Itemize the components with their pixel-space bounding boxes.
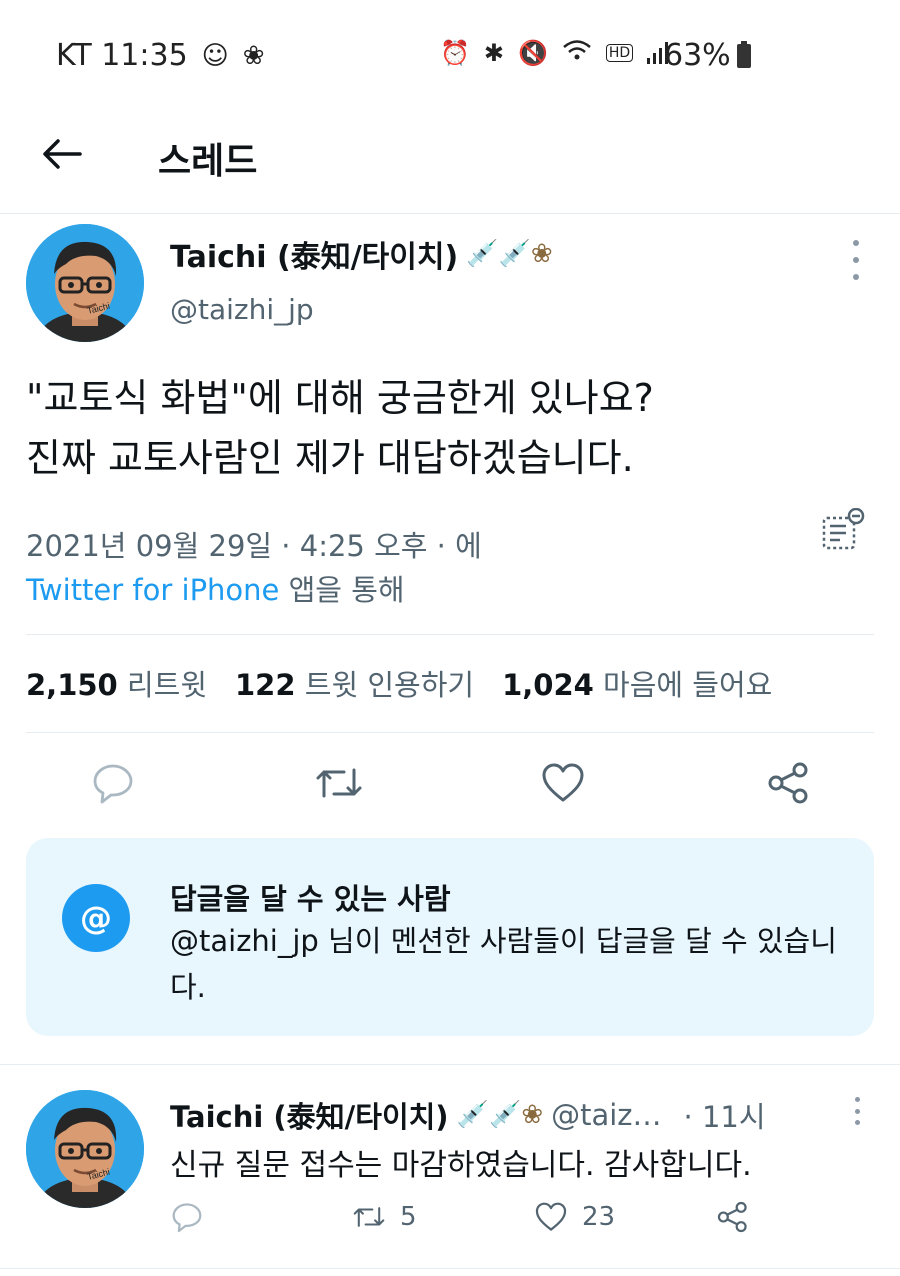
share-icon[interactable] xyxy=(766,760,816,810)
like-heart-icon[interactable] xyxy=(540,760,590,810)
reply-time: · 11시 xyxy=(683,1100,766,1134)
battery-status: 63% xyxy=(664,38,751,73)
retweets-count: 2,150 xyxy=(26,668,118,702)
back-arrow-icon[interactable] xyxy=(40,132,84,176)
status-left: KT 11:35 ☺ ❀ xyxy=(56,38,265,73)
likes-stat[interactable]: 1,024 마음에 들어요 xyxy=(502,662,772,704)
reply-text: 신규 질문 접수는 마감하였습니다. 감사합니다. xyxy=(170,1148,752,1183)
tweet-source: Twitter for iPhone 앱을 통해 xyxy=(26,567,405,609)
share-icon xyxy=(717,1201,747,1233)
page-title: 스레드 xyxy=(158,141,258,182)
alarm-icon: ⏰ xyxy=(440,39,470,67)
notice-body: @taizhi_jp 님이 멘션한 사람들이 답글을 달 수 있습니다. xyxy=(170,924,837,1004)
tweet-text-line-1: "교토식 화법"에 대해 궁금한게 있나요? xyxy=(26,376,654,420)
battery-icon xyxy=(736,40,751,68)
person-icon: ☺ xyxy=(201,40,229,71)
reply-icon xyxy=(172,1203,202,1233)
analytics-icon[interactable] xyxy=(820,507,866,554)
mute-icon: 🔇 xyxy=(518,39,548,67)
reply-like-count: 23 xyxy=(582,1202,616,1232)
author-name-row[interactable]: Taichi (泰知/타이치) 💉💉❀ xyxy=(170,232,553,276)
carrier-time: KT 11:35 xyxy=(56,38,188,73)
reply-icon[interactable] xyxy=(90,760,140,810)
reply-handle[interactable]: @taiz… xyxy=(551,1098,661,1132)
reply-more-options-icon[interactable] xyxy=(850,1097,864,1125)
name-emoji: 💉💉❀ xyxy=(466,239,553,269)
author-name[interactable]: Taichi (泰知/타이치) xyxy=(170,232,458,276)
notice-title: 답글을 달 수 있는 사람 xyxy=(170,882,451,916)
reply-retweet-count: 5 xyxy=(400,1202,417,1232)
reply-name-emoji: 💉💉❀ xyxy=(456,1100,544,1130)
reply-retweet-button[interactable]: 5 xyxy=(352,1200,417,1234)
divider xyxy=(0,1064,900,1065)
tweet-text-line-2: 진짜 교토사람인 제가 대답하겠습니다. xyxy=(26,436,634,480)
tweet-text: "교토식 화법"에 대해 궁금한게 있나요? 진짜 교토사람인 제가 대답하겠습… xyxy=(26,368,876,488)
reply-share-button[interactable] xyxy=(716,1200,750,1234)
quotes-label: 트윗 인용하기 xyxy=(304,668,475,702)
divider xyxy=(26,732,874,733)
wifi-icon xyxy=(562,38,592,68)
tweet-timestamp[interactable]: 2021년 09월 29일 · 4:25 오후 · 에 xyxy=(26,523,482,565)
divider xyxy=(0,1268,900,1269)
tweet-stats: 2,150 리트윗 122 트윗 인용하기 1,024 마음에 들어요 xyxy=(26,662,772,704)
retweets-label: 리트윗 xyxy=(126,668,207,702)
reply-reply-button[interactable] xyxy=(170,1200,204,1234)
reply-author-row[interactable]: Taichi (泰知/타이치) 💉💉❀ @taiz… · 11시 xyxy=(170,1094,766,1136)
thread-header: 스레드 xyxy=(0,110,900,214)
reply-avatar[interactable]: Taichi xyxy=(26,1090,144,1208)
likes-count: 1,024 xyxy=(502,668,594,702)
quotes-stat[interactable]: 122 트윗 인용하기 xyxy=(235,662,474,704)
status-icons: ⏰ ✱ 🔇 HD xyxy=(440,38,669,68)
avatar[interactable]: Taichi xyxy=(26,224,144,342)
retweets-stat[interactable]: 2,150 리트윗 xyxy=(26,662,207,704)
quotes-count: 122 xyxy=(235,668,296,702)
reply-restriction-notice: @ 답글을 달 수 있는 사람 @taizhi_jp 님이 멘션한 사람들이 답… xyxy=(26,838,874,1036)
hd-icon: HD xyxy=(605,44,634,62)
reply-action-bar: 5 23 xyxy=(0,1200,900,1244)
reply-author-name[interactable]: Taichi (泰知/타이치) xyxy=(170,1094,449,1136)
bluetooth-icon: ✱ xyxy=(483,39,504,67)
source-suffix: 앱을 통해 xyxy=(279,573,405,607)
likes-label: 마음에 들어요 xyxy=(603,668,773,702)
status-bar: KT 11:35 ☺ ❀ ⏰ ✱ 🔇 HD 63% xyxy=(0,0,900,110)
more-options-icon[interactable] xyxy=(846,240,866,280)
mention-icon: @ xyxy=(62,884,130,952)
tweet-action-bar xyxy=(0,760,900,820)
flower-icon: ❀ xyxy=(242,40,265,71)
retweet-icon[interactable] xyxy=(314,760,364,810)
retweet-icon xyxy=(353,1207,385,1227)
battery-percent: 63% xyxy=(664,38,731,73)
reply-like-button[interactable]: 23 xyxy=(534,1200,615,1234)
author-handle[interactable]: @taizhi_jp xyxy=(170,293,314,326)
like-heart-icon xyxy=(535,1202,567,1231)
divider xyxy=(26,634,874,635)
source-app-link[interactable]: Twitter for iPhone xyxy=(26,573,279,607)
